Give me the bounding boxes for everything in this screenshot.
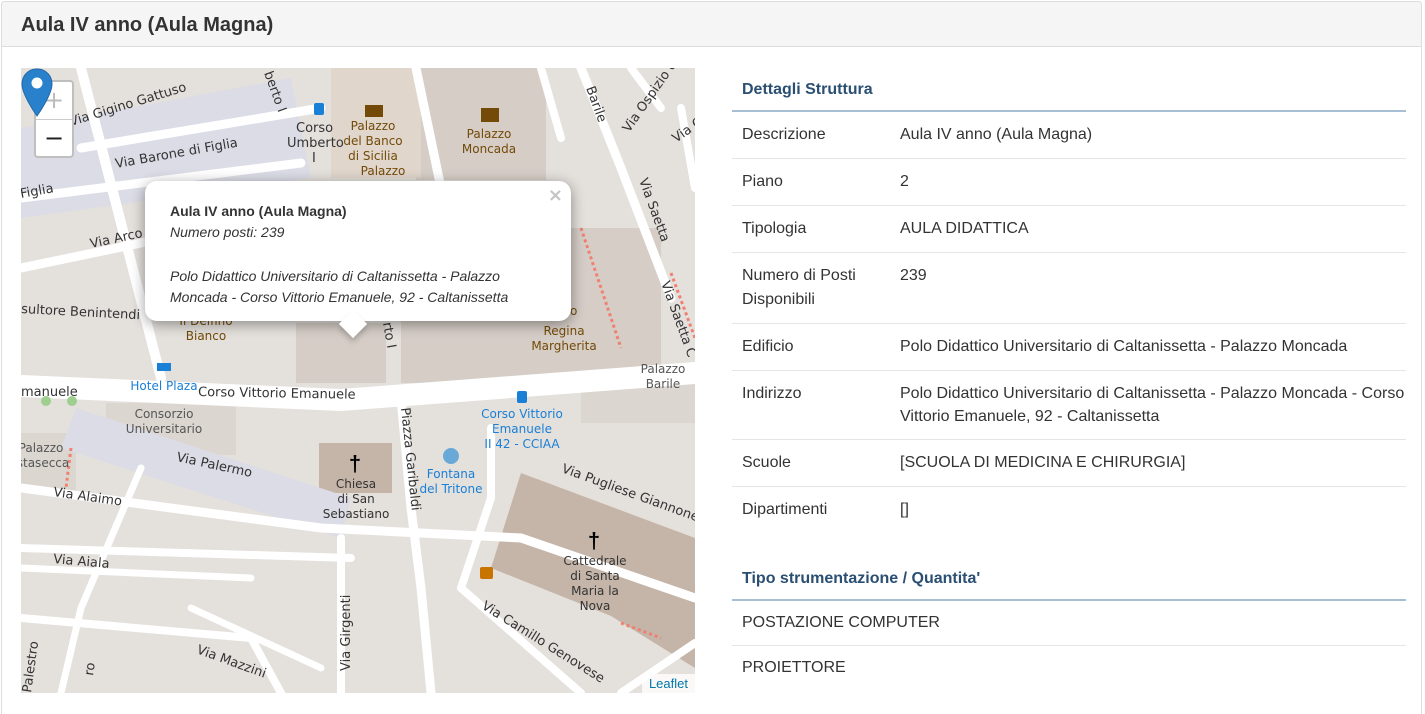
detail-value: Aula IV anno (Aula Magna) [900,126,1093,143]
map-label: Barile [646,377,681,391]
detail-value: [SCUOLA DI MEDICINA E CHIRURGIA] [900,454,1186,471]
map-tiles: Via Gigino Gattuso Via Barone di Figlia … [21,68,695,693]
map-label: Via Girgenti [339,595,354,671]
map-label: Palazzo [361,164,406,178]
map-label: stasecca [21,456,69,470]
map-label: Consorzio [135,407,194,421]
detail-key: Dipartimenti [742,501,828,518]
hotel-icon [157,363,171,371]
map-label: Umberto [287,136,344,151]
detail-row-tipologia: Tipologia AULA DIDATTICA [732,206,1406,253]
page-title: Aula IV anno (Aula Magna) [21,14,274,36]
cafe-icon [480,567,493,579]
map-label: Corso Vittorio Emanuele [198,385,356,403]
map-label: II 42 - CCIAA [484,437,560,451]
map-label: Corso [296,121,333,136]
detail-key: Scuole [742,454,791,471]
map-label: di Sicilia [348,149,398,163]
map-label: Maria la [571,584,619,598]
map-label: di San [337,492,374,506]
map-label: I [312,151,316,166]
detail-value: Polo Didattico Universitario di Caltanis… [900,338,1348,355]
detail-row-dipartimenti: Dipartimenti [] [732,487,1406,533]
church-icon: † [588,528,600,553]
map-label: Cattedrale [563,554,626,568]
popup-address: Polo Didattico Universitario di Caltanis… [170,268,509,305]
map-label: Emanuele [492,422,552,436]
map-label: Margherita [531,339,596,353]
detail-key: Tipologia [742,220,807,237]
map-label: Chiesa [336,477,376,491]
map-label: Palazzo [641,362,686,376]
popup-room-name: Aula IV anno (Aula Magna) [170,203,347,219]
detail-row-posti: Numero di Posti Disponibili 239 [732,253,1406,324]
detail-key: Indirizzo [742,385,802,402]
leaflet-attribution-link[interactable]: Leaflet [641,674,695,693]
zoom-out-button[interactable]: − [36,120,72,157]
detail-row-indirizzo: Indirizzo Polo Didattico Universitario d… [732,371,1406,440]
map-label: Regina [543,324,584,338]
detail-key: Descrizione [742,126,826,143]
map-label: Moncada [462,142,516,156]
map-label: Nova [580,599,611,613]
map-label: Corso Vittorio [481,407,563,421]
map-label: Hotel Plaza [130,379,197,393]
detail-value: 2 [900,173,909,190]
detail-value: AULA DIDATTICA [900,220,1029,237]
map-label: di Santa [570,569,619,583]
map-label: Palazzo [351,119,396,133]
map-label: Palazzo [467,127,512,141]
map-label: Bianco [186,329,226,343]
bus-stop-icon [314,103,324,115]
strumentazione-item: PROIETTORE [742,659,846,676]
detail-row-descrizione: Descrizione Aula IV anno (Aula Magna) [732,112,1406,159]
fountain-icon [443,448,459,464]
detail-row-piano: Piano 2 [732,159,1406,206]
map-label: Fontana [427,467,475,481]
museum-icon [481,108,499,122]
detail-key: Piano [742,173,783,190]
map-label: del Banco [343,134,402,148]
details-header: Dettagli Struttura [732,68,1406,112]
detail-row-scuole: Scuole [SCUOLA DI MEDICINA E CHIRURGIA] [732,440,1406,487]
detail-value: [] [900,501,909,518]
map-label: Universitario [126,422,202,436]
bank-icon [365,105,383,117]
tree-icon [41,396,51,406]
detail-value: Polo Didattico Universitario di Caltanis… [900,385,1405,425]
detail-value: 239 [900,267,927,284]
detail-row-edificio: Edificio Polo Didattico Universitario di… [732,324,1406,371]
map-popup: × Aula IV anno (Aula Magna) Numero posti… [145,181,571,339]
map-marker-icon[interactable] [21,68,53,118]
map-label: ro [82,662,99,677]
map-label: Sebastiano [323,507,390,521]
strumentazione-header: Tipo strumentazione / Quantita' [732,557,1406,601]
map-label: Palazzo [21,441,63,455]
detail-key: Edificio [742,338,794,355]
map[interactable]: Via Gigino Gattuso Via Barone di Figlia … [21,68,695,693]
church-icon: † [349,451,361,476]
popup-seats: Numero posti: 239 [170,224,285,240]
map-label: del Tritone [419,482,482,496]
popup-close-button[interactable]: × [548,185,563,206]
bus-stop-icon [517,391,527,403]
detail-key: Numero di Posti Disponibili [742,267,856,308]
tree-icon [67,396,77,406]
panel-heading: Aula IV anno (Aula Magna) [1,1,1422,47]
strumentazione-item: POSTAZIONE COMPUTER [732,601,1406,646]
details-panel: Dettagli Struttura Descrizione Aula IV a… [732,68,1406,690]
